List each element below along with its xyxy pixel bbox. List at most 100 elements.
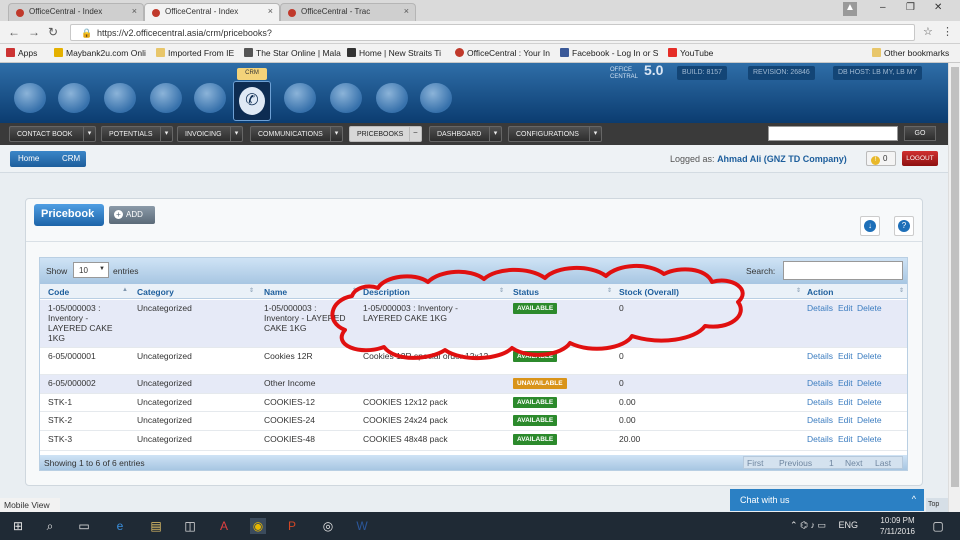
document-icon[interactable]: [194, 83, 226, 113]
scrollbar-thumb[interactable]: [951, 67, 959, 487]
menu-configurations[interactable]: CONFIGURATIONS ▾: [508, 126, 602, 142]
file-explorer-icon[interactable]: ▤: [148, 518, 164, 534]
edit-link[interactable]: Edit: [838, 303, 853, 313]
notifications-button[interactable]: ! 0: [866, 151, 896, 166]
download-button[interactable]: ↓: [860, 216, 880, 236]
chevron-down-icon[interactable]: ▾: [589, 127, 601, 141]
dashboard-icon[interactable]: [14, 83, 46, 113]
search-icon[interactable]: ⌕: [42, 518, 58, 534]
forward-icon[interactable]: →: [28, 25, 40, 39]
breadcrumb-home[interactable]: Home: [10, 151, 56, 167]
bookmark-item[interactable]: The Star Online | Mala: [244, 48, 341, 58]
close-window-icon[interactable]: ✕: [934, 2, 942, 13]
tray-up-icon[interactable]: ⌃: [790, 520, 798, 530]
chevron-down-icon[interactable]: ▾: [330, 127, 342, 141]
delete-link[interactable]: Delete: [857, 434, 882, 444]
inventory-icon[interactable]: [330, 83, 362, 113]
chrome-icon[interactable]: ◉: [250, 518, 266, 534]
network-icon[interactable]: ⌬: [800, 520, 808, 530]
chat-widget[interactable]: Chat with us ^: [730, 489, 924, 511]
store-icon[interactable]: ◫: [182, 518, 198, 534]
browser-tab-active[interactable]: OfficeCentral - Index ×: [144, 3, 280, 21]
details-link[interactable]: Details: [807, 351, 833, 361]
pager-first[interactable]: First: [747, 458, 764, 468]
details-link[interactable]: Details: [807, 434, 833, 444]
bookmark-item[interactable]: YouTube: [668, 48, 713, 58]
add-button[interactable]: + ADD: [109, 206, 155, 224]
details-link[interactable]: Details: [807, 303, 833, 313]
back-icon[interactable]: ←: [8, 25, 20, 39]
address-bar[interactable]: 🔒 https://v2.officecentral.asia/crm/price…: [70, 24, 915, 41]
bookmark-other[interactable]: Other bookmarks: [872, 48, 949, 58]
chevron-down-icon[interactable]: ▾: [230, 127, 242, 141]
edit-link[interactable]: Edit: [838, 415, 853, 425]
edit-link[interactable]: Edit: [838, 397, 853, 407]
edit-link[interactable]: Edit: [838, 378, 853, 388]
menu-search-input[interactable]: [768, 126, 898, 141]
bookmark-item[interactable]: Maybank2u.com Onli: [54, 48, 146, 58]
chevron-down-icon[interactable]: ▾: [489, 127, 501, 141]
bookmark-apps[interactable]: Apps: [6, 48, 37, 58]
bookmark-item[interactable]: OfficeCentral : Your In: [455, 48, 550, 58]
bookmark-item[interactable]: Home | New Straits Ti: [347, 48, 441, 58]
windows-start-icon[interactable]: ⊞: [10, 518, 26, 534]
chevron-down-icon[interactable]: ▾: [83, 127, 95, 141]
column-header-code[interactable]: Code ▲: [48, 287, 128, 297]
column-header-category[interactable]: Category ⇕: [137, 287, 254, 297]
clock[interactable]: 10:09 PM 7/11/2016: [880, 515, 915, 537]
close-tab-icon[interactable]: ×: [404, 6, 409, 16]
bookmark-star-icon[interactable]: ☆: [923, 25, 933, 38]
menu-contact-book[interactable]: CONTACT BOOK ▾: [9, 126, 96, 142]
table-search-input[interactable]: [783, 261, 903, 280]
chevron-down-icon[interactable]: ▾: [160, 127, 172, 141]
bookmark-item[interactable]: Imported From IE: [156, 48, 234, 58]
minimize-icon[interactable]: –: [880, 2, 886, 13]
chart-icon[interactable]: [150, 83, 182, 113]
language-indicator[interactable]: ENG: [838, 520, 858, 530]
close-tab-icon[interactable]: ×: [132, 6, 137, 16]
chevron-down-icon[interactable]: –: [409, 127, 421, 141]
delete-link[interactable]: Delete: [857, 303, 882, 313]
details-link[interactable]: Details: [807, 415, 833, 425]
menu-communications[interactable]: COMMUNICATIONS ▾: [250, 126, 343, 142]
edge-icon[interactable]: e: [112, 518, 128, 534]
bookmark-item[interactable]: Facebook - Log In or S: [560, 48, 658, 58]
browser-tab[interactable]: OfficeCentral - Trac ×: [280, 3, 416, 21]
word-icon[interactable]: W: [354, 518, 370, 534]
column-header-name[interactable]: Name ⇕: [264, 287, 357, 297]
menu-pricebooks[interactable]: PRICEBOOKS –: [349, 126, 422, 142]
pager-page[interactable]: 1: [829, 458, 834, 468]
help-button[interactable]: ?: [894, 216, 914, 236]
pager-next[interactable]: Next: [845, 458, 862, 468]
media-icon[interactable]: ◎: [320, 518, 336, 534]
edit-link[interactable]: Edit: [838, 351, 853, 361]
powerpoint-icon[interactable]: P: [284, 518, 300, 534]
pager-previous[interactable]: Previous: [779, 458, 812, 468]
reload-icon[interactable]: ↻: [48, 25, 58, 39]
close-tab-icon[interactable]: ×: [268, 6, 273, 16]
info-icon[interactable]: [376, 83, 408, 113]
breadcrumb-crm[interactable]: CRM: [54, 151, 86, 167]
go-button[interactable]: GO: [904, 126, 936, 141]
column-header-stock[interactable]: Stock (Overall) ⇕: [619, 287, 801, 297]
mobile-view-link[interactable]: Mobile View: [0, 498, 60, 512]
column-header-status[interactable]: Status ⇕: [513, 287, 612, 297]
menu-potentials[interactable]: POTENTIALS ▾: [101, 126, 173, 142]
task-view-icon[interactable]: ▭: [76, 518, 92, 534]
battery-icon[interactable]: ▭: [817, 520, 826, 530]
delete-link[interactable]: Delete: [857, 415, 882, 425]
column-header-description[interactable]: Description ⇕: [363, 287, 504, 297]
delete-link[interactable]: Delete: [857, 397, 882, 407]
top-link[interactable]: Top: [926, 498, 948, 512]
volume-icon[interactable]: ♪: [810, 520, 815, 530]
maximize-icon[interactable]: ❐: [906, 2, 915, 13]
entries-select[interactable]: 10 ▼: [73, 262, 109, 278]
delete-link[interactable]: Delete: [857, 351, 882, 361]
delete-link[interactable]: Delete: [857, 378, 882, 388]
browser-tab[interactable]: OfficeCentral - Index ×: [8, 3, 144, 21]
edit-link[interactable]: Edit: [838, 434, 853, 444]
crm-phone-icon[interactable]: ✆: [233, 81, 271, 121]
profile-icon[interactable]: ▲: [843, 2, 857, 16]
mail-icon[interactable]: [104, 83, 136, 113]
pager-last[interactable]: Last: [875, 458, 891, 468]
